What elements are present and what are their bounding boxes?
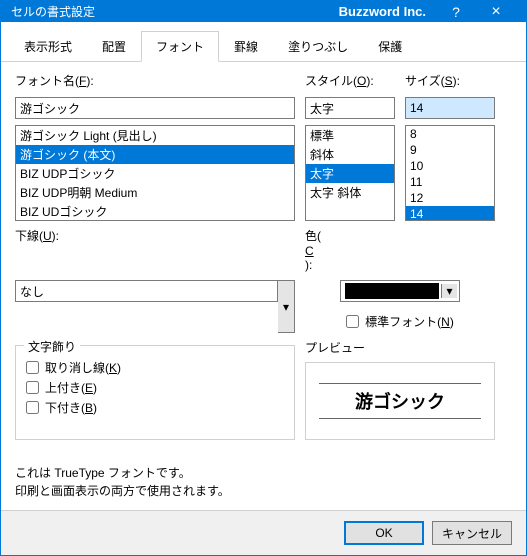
chevron-down-icon[interactable]: ▾	[278, 280, 295, 333]
font-style-list[interactable]: 標準 斜体 太字 太字 斜体	[305, 125, 395, 221]
tab-border[interactable]: 罫線	[219, 31, 273, 62]
underline-select[interactable]	[15, 280, 278, 302]
font-size-label: サイズ(S):	[405, 72, 495, 89]
list-item[interactable]: 標準	[306, 126, 394, 145]
tab-alignment[interactable]: 配置	[87, 31, 141, 62]
checkbox-input[interactable]	[26, 401, 39, 414]
list-item[interactable]: 斜体	[306, 145, 394, 164]
font-panel: フォント名(F): スタイル(O): サイズ(S): 游ゴシック Light (…	[1, 62, 526, 510]
font-size-input[interactable]	[405, 97, 495, 119]
text-decoration-group: 文字飾り 取り消し線(K) 上付き(E) 下付き(B)	[15, 345, 295, 440]
decoration-legend: 文字飾り	[24, 338, 80, 355]
superscript-checkbox[interactable]: 上付き(E)	[26, 379, 284, 396]
font-style-input[interactable]	[305, 97, 395, 119]
titlebar: セルの書式設定 Buzzword Inc. ? ×	[1, 1, 526, 22]
tab-protection[interactable]: 保護	[363, 31, 417, 62]
list-item[interactable]: 14	[406, 206, 494, 221]
list-item[interactable]: 太字 斜体	[306, 183, 394, 202]
font-style-label: スタイル(O):	[305, 72, 395, 89]
cell-format-dialog: セルの書式設定 Buzzword Inc. ? × 表示形式 配置 フォント 罫…	[0, 0, 527, 556]
preview-text: 游ゴシック	[319, 383, 481, 419]
close-button[interactable]: ×	[476, 3, 516, 21]
tab-number-format[interactable]: 表示形式	[9, 31, 87, 62]
list-item[interactable]: 太字	[306, 164, 394, 183]
list-item[interactable]: 12	[406, 190, 494, 206]
color-label: 色(C):	[305, 227, 495, 272]
default-font-label: 標準フォント(N)	[365, 313, 454, 330]
list-item[interactable]: 游ゴシック (本文)	[16, 145, 294, 164]
list-item[interactable]: 游ゴシック Light (見出し)	[16, 126, 294, 145]
tab-fill[interactable]: 塗りつぶし	[273, 31, 363, 62]
cancel-button[interactable]: キャンセル	[432, 521, 512, 545]
list-item[interactable]: BIZ UDゴシック	[16, 202, 294, 221]
font-name-label: フォント名(F):	[15, 72, 295, 89]
brand-name: Buzzword Inc.	[339, 4, 426, 19]
font-name-list[interactable]: 游ゴシック Light (見出し) 游ゴシック (本文) BIZ UDPゴシック…	[15, 125, 295, 221]
checkbox-input[interactable]	[26, 381, 39, 394]
checkbox-input[interactable]	[346, 315, 359, 328]
strikethrough-checkbox[interactable]: 取り消し線(K)	[26, 359, 284, 376]
list-item[interactable]: BIZ UDP明朝 Medium	[16, 183, 294, 202]
preview-group: プレビュー 游ゴシック	[305, 339, 495, 440]
underline-label: 下線(U):	[15, 227, 295, 272]
font-info-text: これは TrueType フォントです。 印刷と画面表示の両方で使用されます。	[15, 464, 495, 500]
default-font-checkbox[interactable]: 標準フォント(N)	[346, 313, 454, 330]
list-item[interactable]: 9	[406, 142, 494, 158]
preview-box: 游ゴシック	[305, 362, 495, 440]
chevron-down-icon[interactable]: ▾	[441, 284, 457, 298]
ok-button[interactable]: OK	[344, 521, 424, 545]
help-button[interactable]: ?	[436, 4, 476, 20]
list-item[interactable]: 11	[406, 174, 494, 190]
tab-font[interactable]: フォント	[141, 31, 219, 62]
checkbox-input[interactable]	[26, 361, 39, 374]
font-name-input[interactable]	[15, 97, 295, 119]
list-item[interactable]: 10	[406, 158, 494, 174]
color-select[interactable]: ▾	[340, 280, 460, 302]
color-swatch	[345, 283, 439, 299]
font-size-list[interactable]: 8 9 10 11 12 14	[405, 125, 495, 221]
list-item[interactable]: BIZ UDPゴシック	[16, 164, 294, 183]
subscript-checkbox[interactable]: 下付き(B)	[26, 399, 284, 416]
dialog-title: セルの書式設定	[11, 3, 339, 20]
button-bar: OK キャンセル	[1, 510, 526, 555]
tab-strip: 表示形式 配置 フォント 罫線 塗りつぶし 保護	[1, 22, 526, 62]
preview-label: プレビュー	[305, 339, 495, 356]
list-item[interactable]: 8	[406, 126, 494, 142]
